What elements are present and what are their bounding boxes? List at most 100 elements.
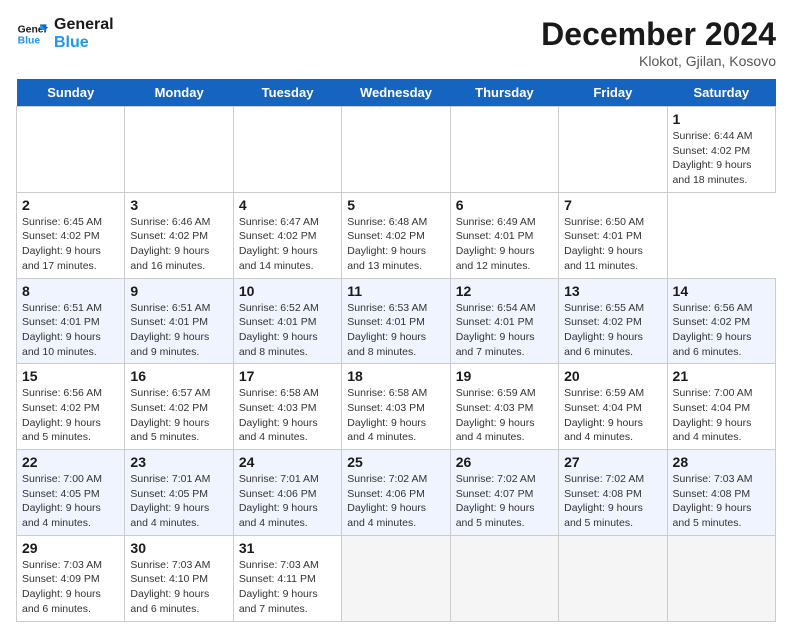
empty-cell — [450, 535, 558, 621]
day-info: Sunrise: 7:03 AMSunset: 4:10 PMDaylight:… — [130, 558, 227, 617]
day-cell: 23 Sunrise: 7:01 AMSunset: 4:05 PMDayligh… — [125, 450, 233, 536]
day-cell: 22 Sunrise: 7:00 AMSunset: 4:05 PMDayligh… — [17, 450, 125, 536]
day-cell: 18 Sunrise: 6:58 AMSunset: 4:03 PMDayligh… — [342, 364, 450, 450]
day-header-tuesday: Tuesday — [233, 79, 341, 107]
day-number: 26 — [456, 454, 553, 470]
day-number: 31 — [239, 540, 336, 556]
day-number: 28 — [673, 454, 770, 470]
week-row: 1 Sunrise: 6:44 AMSunset: 4:02 PMDaylight… — [17, 107, 776, 193]
day-info: Sunrise: 6:50 AMSunset: 4:01 PMDaylight:… — [564, 215, 661, 274]
empty-cell — [233, 107, 341, 193]
day-number: 9 — [130, 283, 227, 299]
day-number: 25 — [347, 454, 444, 470]
day-cell: 8Sunrise: 6:51 AMSunset: 4:01 PMDaylight… — [17, 278, 125, 364]
day-info: Sunrise: 6:58 AMSunset: 4:03 PMDaylight:… — [347, 386, 444, 445]
day-cell: 3Sunrise: 6:46 AMSunset: 4:02 PMDaylight… — [125, 192, 233, 278]
day-info: Sunrise: 7:00 AMSunset: 4:04 PMDaylight:… — [673, 386, 770, 445]
day-number: 6 — [456, 197, 553, 213]
day-info: Sunrise: 6:46 AMSunset: 4:02 PMDaylight:… — [130, 215, 227, 274]
day-cell: 20 Sunrise: 6:59 AMSunset: 4:04 PMDayligh… — [559, 364, 667, 450]
day-cell: 2Sunrise: 6:45 AMSunset: 4:02 PMDaylight… — [17, 192, 125, 278]
day-info: Sunrise: 6:51 AMSunset: 4:01 PMDaylight:… — [130, 301, 227, 360]
day-number: 2 — [22, 197, 119, 213]
empty-cell — [559, 535, 667, 621]
title-block: December 2024 Klokot, Gjilan, Kosovo — [541, 16, 776, 69]
day-info: Sunrise: 6:48 AMSunset: 4:02 PMDaylight:… — [347, 215, 444, 274]
day-info: Sunrise: 6:59 AMSunset: 4:03 PMDaylight:… — [456, 386, 553, 445]
location: Klokot, Gjilan, Kosovo — [541, 53, 776, 69]
day-info: Sunrise: 6:54 AMSunset: 4:01 PMDaylight:… — [456, 301, 553, 360]
day-header-thursday: Thursday — [450, 79, 558, 107]
day-info: Sunrise: 7:01 AMSunset: 4:06 PMDaylight:… — [239, 472, 336, 531]
day-cell: 9 Sunrise: 6:51 AMSunset: 4:01 PMDaylight… — [125, 278, 233, 364]
empty-cell — [342, 107, 450, 193]
day-cell: 25 Sunrise: 7:02 AMSunset: 4:06 PMDayligh… — [342, 450, 450, 536]
day-cell: 12Sunrise: 6:54 AMSunset: 4:01 PMDayligh… — [450, 278, 558, 364]
day-info: Sunrise: 7:02 AMSunset: 4:08 PMDaylight:… — [564, 472, 661, 531]
day-number: 15 — [22, 368, 119, 384]
empty-cell — [342, 535, 450, 621]
day-info: Sunrise: 6:49 AMSunset: 4:01 PMDaylight:… — [456, 215, 553, 274]
day-header-wednesday: Wednesday — [342, 79, 450, 107]
logo-text-general: General — [54, 16, 114, 34]
day-number: 30 — [130, 540, 227, 556]
day-number: 13 — [564, 283, 661, 299]
day-info: Sunrise: 6:55 AMSunset: 4:02 PMDaylight:… — [564, 301, 661, 360]
day-cell: 7 Sunrise: 6:50 AMSunset: 4:01 PMDaylight… — [559, 192, 667, 278]
day-info: Sunrise: 7:03 AMSunset: 4:09 PMDaylight:… — [22, 558, 119, 617]
logo-icon: General Blue — [16, 18, 48, 50]
empty-cell — [17, 107, 125, 193]
day-number: 22 — [22, 454, 119, 470]
logo: General Blue General Blue — [16, 16, 114, 51]
day-header-sunday: Sunday — [17, 79, 125, 107]
day-number: 10 — [239, 283, 336, 299]
page-header: General Blue General Blue December 2024 … — [16, 16, 776, 69]
svg-text:Blue: Blue — [18, 35, 41, 46]
day-info: Sunrise: 7:02 AMSunset: 4:07 PMDaylight:… — [456, 472, 553, 531]
day-info: Sunrise: 7:02 AMSunset: 4:06 PMDaylight:… — [347, 472, 444, 531]
day-number: 21 — [673, 368, 770, 384]
day-number: 29 — [22, 540, 119, 556]
day-info: Sunrise: 6:44 AMSunset: 4:02 PMDaylight:… — [673, 129, 770, 188]
week-row: 2Sunrise: 6:45 AMSunset: 4:02 PMDaylight… — [17, 192, 776, 278]
day-number: 20 — [564, 368, 661, 384]
day-number: 5 — [347, 197, 444, 213]
day-number: 27 — [564, 454, 661, 470]
day-info: Sunrise: 6:53 AMSunset: 4:01 PMDaylight:… — [347, 301, 444, 360]
day-info: Sunrise: 6:59 AMSunset: 4:04 PMDaylight:… — [564, 386, 661, 445]
week-row: 22 Sunrise: 7:00 AMSunset: 4:05 PMDayligh… — [17, 450, 776, 536]
day-info: Sunrise: 7:01 AMSunset: 4:05 PMDaylight:… — [130, 472, 227, 531]
day-cell: 1 Sunrise: 6:44 AMSunset: 4:02 PMDaylight… — [667, 107, 775, 193]
day-cell: 26 Sunrise: 7:02 AMSunset: 4:07 PMDayligh… — [450, 450, 558, 536]
day-cell: 29 Sunrise: 7:03 AMSunset: 4:09 PMDayligh… — [17, 535, 125, 621]
calendar-table: SundayMondayTuesdayWednesdayThursdayFrid… — [16, 79, 776, 622]
day-cell: 15 Sunrise: 6:56 AMSunset: 4:02 PMDayligh… — [17, 364, 125, 450]
day-number: 18 — [347, 368, 444, 384]
day-cell: 17 Sunrise: 6:58 AMSunset: 4:03 PMDayligh… — [233, 364, 341, 450]
day-info: Sunrise: 7:03 AMSunset: 4:08 PMDaylight:… — [673, 472, 770, 531]
day-number: 8 — [22, 283, 119, 299]
day-info: Sunrise: 7:00 AMSunset: 4:05 PMDaylight:… — [22, 472, 119, 531]
day-number: 24 — [239, 454, 336, 470]
day-number: 23 — [130, 454, 227, 470]
day-info: Sunrise: 6:57 AMSunset: 4:02 PMDaylight:… — [130, 386, 227, 445]
day-number: 17 — [239, 368, 336, 384]
day-cell: 5 Sunrise: 6:48 AMSunset: 4:02 PMDaylight… — [342, 192, 450, 278]
day-info: Sunrise: 6:47 AMSunset: 4:02 PMDaylight:… — [239, 215, 336, 274]
day-cell: 31 Sunrise: 7:03 AMSunset: 4:11 PMDayligh… — [233, 535, 341, 621]
day-info: Sunrise: 6:56 AMSunset: 4:02 PMDaylight:… — [22, 386, 119, 445]
day-cell: 6 Sunrise: 6:49 AMSunset: 4:01 PMDaylight… — [450, 192, 558, 278]
day-number: 1 — [673, 111, 770, 127]
day-info: Sunrise: 7:03 AMSunset: 4:11 PMDaylight:… — [239, 558, 336, 617]
day-number: 16 — [130, 368, 227, 384]
day-info: Sunrise: 6:58 AMSunset: 4:03 PMDaylight:… — [239, 386, 336, 445]
week-row: 29 Sunrise: 7:03 AMSunset: 4:09 PMDayligh… — [17, 535, 776, 621]
day-info: Sunrise: 6:56 AMSunset: 4:02 PMDaylight:… — [673, 301, 770, 360]
day-cell: 11Sunrise: 6:53 AMSunset: 4:01 PMDayligh… — [342, 278, 450, 364]
day-number: 7 — [564, 197, 661, 213]
day-cell: 10Sunrise: 6:52 AMSunset: 4:01 PMDayligh… — [233, 278, 341, 364]
day-number: 19 — [456, 368, 553, 384]
day-cell: 27 Sunrise: 7:02 AMSunset: 4:08 PMDayligh… — [559, 450, 667, 536]
day-header-saturday: Saturday — [667, 79, 775, 107]
empty-cell — [559, 107, 667, 193]
